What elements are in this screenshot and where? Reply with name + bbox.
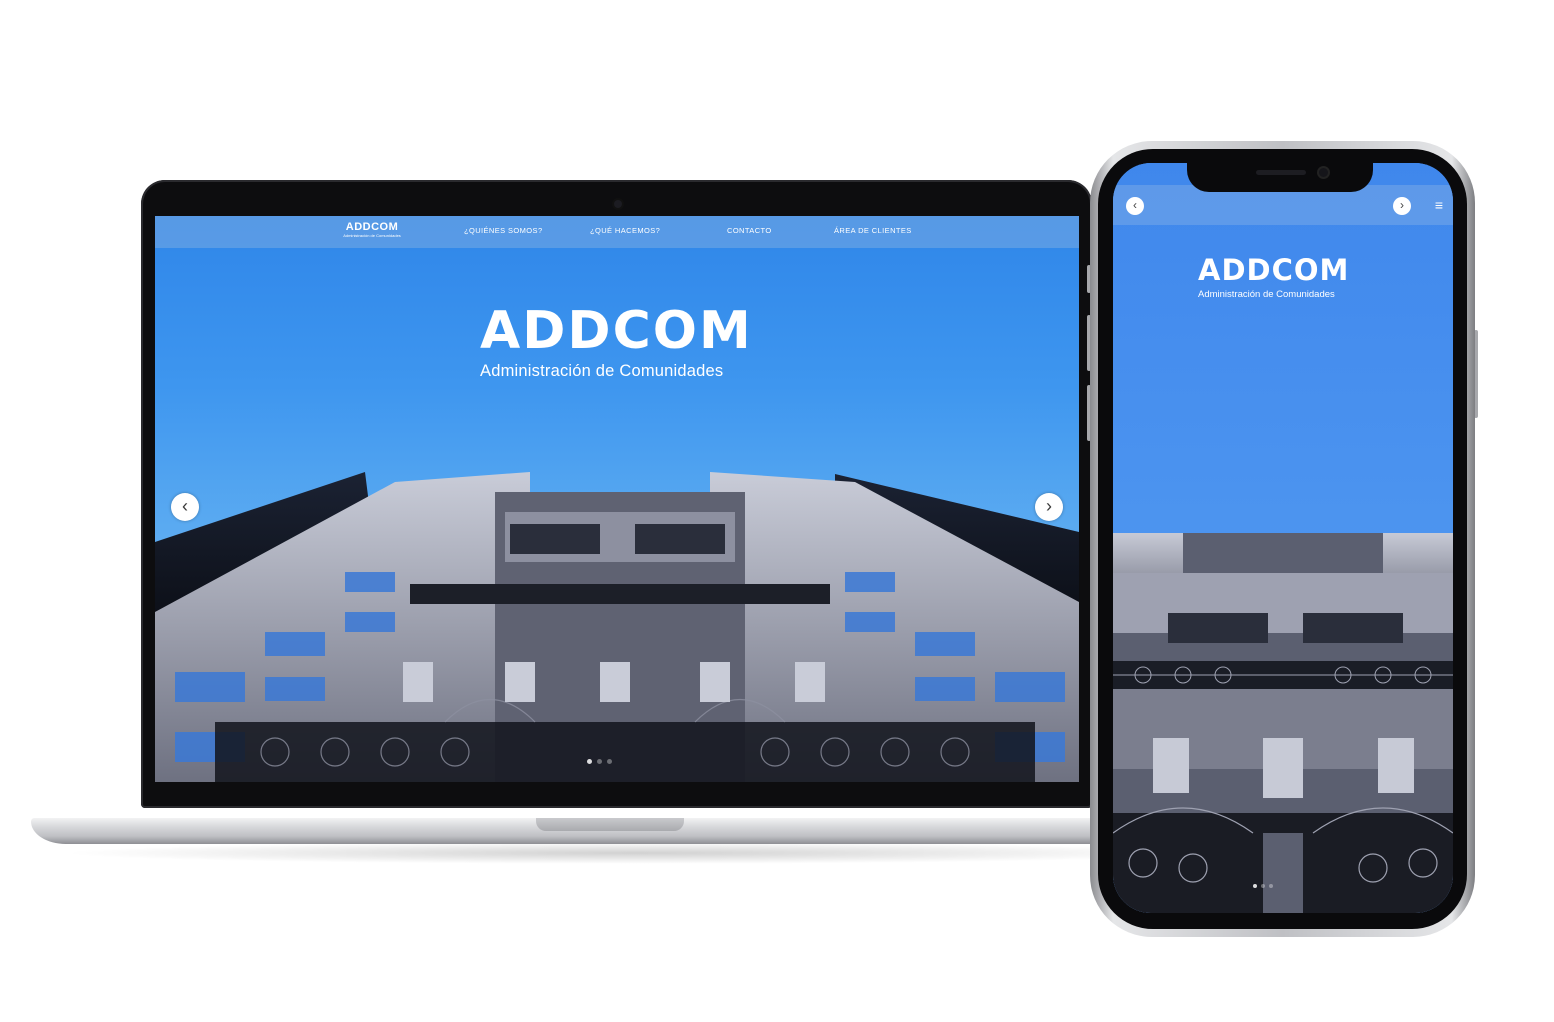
phone-front-camera	[1319, 168, 1328, 177]
mobile-hero-logo-word: ADDCOM	[1198, 253, 1350, 287]
carousel-dot[interactable]	[587, 759, 592, 764]
carousel-dot[interactable]	[607, 759, 612, 764]
hero-logo: ADDCOM Administración de Comunidades	[480, 301, 760, 381]
phone-notch	[1187, 160, 1373, 192]
carousel-dot[interactable]	[1253, 884, 1257, 888]
laptop-shadow	[60, 842, 1210, 864]
mobile-hero-building-photo	[1113, 533, 1453, 913]
hero-logo-subtitle: Administración de Comunidades	[480, 362, 724, 380]
chevron-right-icon: ›	[1046, 496, 1052, 516]
carousel-dot[interactable]	[1261, 884, 1265, 888]
mobile-hero-logo: ADDCOM Administración de Comunidades	[1198, 255, 1373, 300]
nav-logo[interactable]: ADDCOM Administración de Comunidades	[341, 221, 403, 239]
carousel-dot[interactable]	[1269, 884, 1273, 888]
nav-item-contacto[interactable]: CONTACTO	[727, 226, 772, 235]
nav-logo-word: ADDCOM	[345, 221, 399, 233]
nav-item-que-hacemos[interactable]: ¿QUÉ HACEMOS?	[590, 226, 660, 235]
carousel-next-button[interactable]: ›	[1035, 493, 1063, 521]
chevron-right-icon: ›	[1400, 198, 1404, 212]
mobile-screen: ‹ › ≡ ADDCOM Administración de Comunidad…	[1113, 163, 1453, 913]
nav-item-area-de-clientes[interactable]: ÁREA DE CLIENTES	[834, 226, 912, 235]
hero-logo-word: ADDCOM	[480, 301, 753, 361]
mobile-carousel-indicators	[1253, 884, 1273, 888]
mobile-carousel-next-button[interactable]: ›	[1393, 197, 1411, 215]
nav-logo-subtitle: Administración de Comunidades	[343, 233, 401, 238]
phone-speaker	[1256, 170, 1306, 175]
chevron-left-icon: ‹	[1133, 198, 1137, 212]
mobile-carousel-prev-button[interactable]: ‹	[1126, 197, 1144, 215]
carousel-indicators	[587, 759, 612, 764]
hero-building-photo	[155, 472, 1079, 782]
laptop-camera	[614, 200, 622, 208]
desktop-screen: ADDCOM Administración de Comunidades ¿QU…	[155, 216, 1079, 782]
hamburger-menu-icon[interactable]: ≡	[1435, 198, 1443, 212]
laptop-opening-notch	[536, 818, 684, 831]
top-navbar: ADDCOM Administración de Comunidades ¿QU…	[155, 216, 1079, 248]
carousel-dot[interactable]	[597, 759, 602, 764]
mobile-hero-logo-subtitle: Administración de Comunidades	[1198, 289, 1335, 300]
chevron-left-icon: ‹	[182, 496, 188, 516]
carousel-prev-button[interactable]: ‹	[171, 493, 199, 521]
nav-item-quienes-somos[interactable]: ¿QUIÉNES SOMOS?	[464, 226, 543, 235]
